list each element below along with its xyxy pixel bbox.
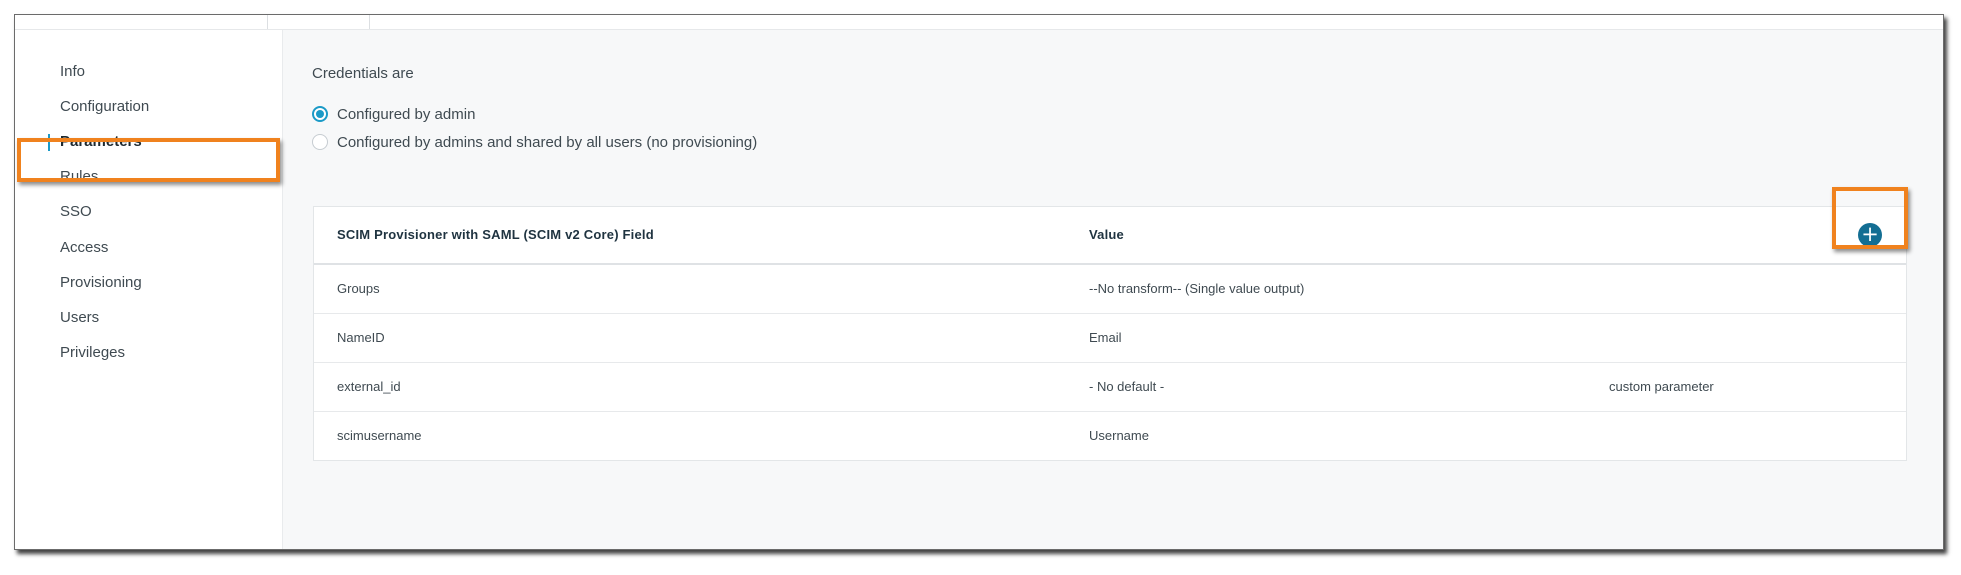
cell-field: NameID — [337, 330, 385, 345]
cell-field: scimusername — [337, 428, 422, 443]
radio-configured-by-admin[interactable]: Configured by admin — [312, 103, 475, 125]
sidebar: Info Configuration Parameters Rules SSO … — [15, 30, 283, 549]
table-row[interactable]: NameID Email — [314, 314, 1906, 363]
radio-configured-shared[interactable]: Configured by admins and shared by all u… — [312, 131, 757, 153]
tab-divider — [267, 15, 268, 29]
cell-value: Email — [1089, 330, 1122, 345]
cell-value: --No transform-- (Single value output) — [1089, 281, 1305, 296]
table-row[interactable]: scimusername Username — [314, 412, 1906, 460]
table-row[interactable]: Groups --No transform-- (Single value ou… — [314, 265, 1906, 314]
radio-button-checked[interactable] — [312, 106, 328, 122]
parameters-table: SCIM Provisioner with SAML (SCIM v2 Core… — [313, 206, 1907, 461]
main-content: Credentials are Configured by admin Conf… — [283, 30, 1943, 549]
radio-button[interactable] — [312, 134, 328, 150]
cell-value: Username — [1089, 428, 1149, 443]
cell-field: Groups — [337, 281, 380, 296]
table-row[interactable]: external_id - No default - custom parame… — [314, 363, 1906, 412]
table-header: SCIM Provisioner with SAML (SCIM v2 Core… — [314, 207, 1906, 265]
column-header-value: Value — [1089, 227, 1124, 242]
cell-note: custom parameter — [1609, 379, 1714, 394]
tab-divider — [369, 15, 370, 29]
radio-label: Configured by admin — [337, 105, 476, 123]
radio-label: Configured by admins and shared by all u… — [337, 133, 758, 151]
top-tab-strip — [15, 15, 1943, 30]
highlight-callout-add-button — [1832, 187, 1908, 249]
credentials-label: Credentials are — [312, 65, 414, 82]
cell-field: external_id — [337, 379, 401, 394]
highlight-callout-parameters — [17, 138, 280, 182]
app-window: Info Configuration Parameters Rules SSO … — [14, 14, 1944, 550]
column-header-field: SCIM Provisioner with SAML (SCIM v2 Core… — [337, 227, 654, 242]
sidebar-item-privileges[interactable]: Privileges — [60, 331, 125, 375]
cell-value: - No default - — [1089, 379, 1165, 394]
